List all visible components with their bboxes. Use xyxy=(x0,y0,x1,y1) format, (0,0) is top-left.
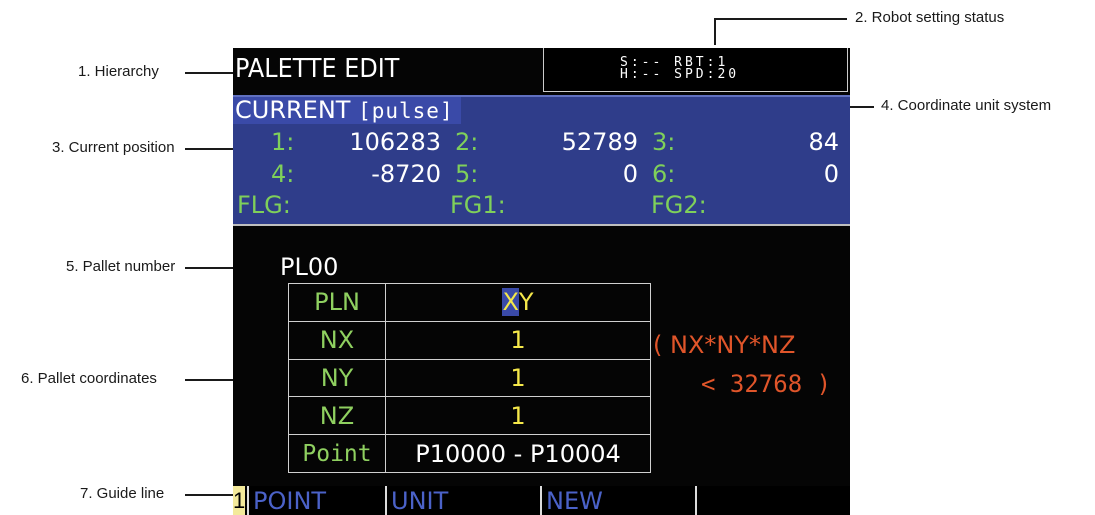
point-key: Point xyxy=(288,434,386,473)
robot-status-box: S:-- RBT:1 H:-- SPD:20 xyxy=(543,48,848,92)
annotation-hierarchy: 1. Hierarchy xyxy=(78,63,159,80)
table-row: PLN XY xyxy=(288,283,651,322)
table-row: NZ 1 xyxy=(288,396,651,436)
axis-5-label: 5: xyxy=(455,160,479,188)
axis-4-label: 4: xyxy=(271,160,295,188)
pln-value-rest: Y xyxy=(518,288,534,317)
axis-1-label: 1: xyxy=(271,128,295,156)
guide-separator xyxy=(385,486,387,515)
ny-key: NY xyxy=(288,358,386,398)
nz-value[interactable]: 1 xyxy=(385,396,651,436)
pln-value[interactable]: XY xyxy=(385,283,651,322)
pendant-screen: PALETTE EDIT S:-- RBT:1 H:-- SPD:20 CURR… xyxy=(233,48,850,515)
leader-line-hierarchy xyxy=(185,72,235,74)
axis-2-label: 2: xyxy=(455,128,479,156)
guide-separator xyxy=(695,486,697,515)
pallet-number: PL00 xyxy=(280,253,339,281)
axis-5-value: 0 xyxy=(622,160,638,188)
f1-point-key[interactable]: POINT xyxy=(253,486,326,515)
annotation-coordinate-unit-system: 4. Coordinate unit system xyxy=(881,97,1052,114)
pln-key: PLN xyxy=(288,283,386,322)
nx-value[interactable]: 1 xyxy=(385,320,651,360)
current-label: CURRENT xyxy=(235,96,351,124)
pallet-limit-note-line-1: ( NX*NY*NZ xyxy=(653,331,796,359)
nz-key: NZ xyxy=(288,396,386,436)
leader-line-guide-line xyxy=(185,494,235,496)
f2-unit-key[interactable]: UNIT xyxy=(391,486,448,515)
panel-divider xyxy=(233,224,850,226)
guide-separator xyxy=(247,486,249,515)
axis-3-label: 3: xyxy=(652,128,676,156)
axis-3-value: 84 xyxy=(808,128,839,156)
leader-line-robot-setting-status xyxy=(714,18,847,20)
nx-key: NX xyxy=(288,320,386,360)
guide-page-number: 1 xyxy=(233,486,246,515)
flag-fg2: FG2: xyxy=(651,191,707,219)
leader-line-robot-setting-status-vertical xyxy=(714,18,716,45)
current-title: CURRENT [pulse] xyxy=(235,96,454,124)
table-row: NX 1 xyxy=(288,320,651,360)
axis-4-value: -8720 xyxy=(371,160,441,188)
point-range-value[interactable]: P10000 - P10004 xyxy=(385,434,651,473)
axis-2-value: 52789 xyxy=(561,128,638,156)
annotation-robot-setting-status: 2. Robot setting status xyxy=(855,9,1005,26)
table-row: NY 1 xyxy=(288,358,651,398)
guide-separator xyxy=(540,486,542,515)
unit-system: [pulse] xyxy=(358,99,454,123)
axis-6-label: 6: xyxy=(652,160,676,188)
flag-flg: FLG: xyxy=(237,191,291,219)
annotation-pallet-number: 5. Pallet number xyxy=(66,258,176,275)
annotation-guide-line: 7. Guide line xyxy=(80,485,165,502)
edit-cursor: X xyxy=(502,288,519,317)
pallet-coordinates-table: PLN XY NX 1 NY 1 NZ 1 Point P10000 - P10… xyxy=(288,283,651,473)
annotation-pallet-coordinates: 6. Pallet coordinates xyxy=(21,370,157,387)
status-line-2: H:-- SPD:20 xyxy=(620,67,740,82)
flag-fg1: FG1: xyxy=(450,191,506,219)
axis-1-value: 106283 xyxy=(349,128,441,156)
annotation-current-position: 3. Current position xyxy=(52,139,175,156)
axis-6-value: 0 xyxy=(823,160,839,188)
f3-new-key[interactable]: NEW xyxy=(546,486,603,515)
guide-line: 1 POINT UNIT NEW xyxy=(233,486,850,515)
table-row: Point P10000 - P10004 xyxy=(288,434,651,473)
current-position-panel: CURRENT [pulse] 1: 106283 2: 52789 3: 84… xyxy=(233,95,850,224)
pallet-limit-note-line-2: < 32768 ) xyxy=(701,370,832,398)
leader-line-current-position xyxy=(185,148,235,150)
ny-value[interactable]: 1 xyxy=(385,358,651,398)
hierarchy-title: PALETTE EDIT xyxy=(235,54,400,84)
